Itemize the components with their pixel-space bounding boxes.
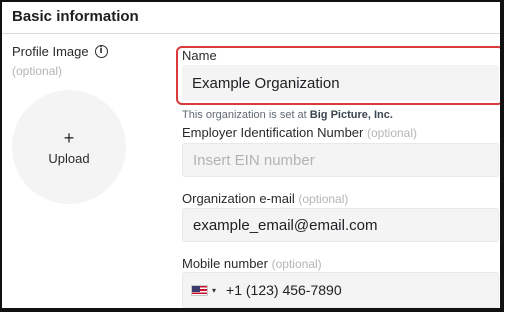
info-icon[interactable]: i xyxy=(94,45,108,58)
profile-image-label-text: Profile Image xyxy=(12,44,89,59)
profile-image-optional: (optional) xyxy=(12,64,63,78)
mobile-input[interactable]: ▾ +1 (123) 456-7890 xyxy=(182,272,499,308)
chevron-down-icon[interactable]: ▾ xyxy=(212,286,216,295)
ein-optional: (optional) xyxy=(366,126,418,140)
email-optional: (optional) xyxy=(298,192,349,206)
email-label: Organization e-mail (optional) xyxy=(182,191,349,206)
mobile-optional: (optional) xyxy=(271,257,322,271)
section-divider xyxy=(2,33,500,34)
name-input[interactable]: Example Organization xyxy=(182,65,499,101)
organization-note: This organization is set at Big Picture,… xyxy=(182,109,393,121)
section-title: Basic information xyxy=(12,8,139,25)
email-input[interactable]: example_email@email.com xyxy=(182,208,499,242)
mobile-value[interactable]: +1 (123) 456-7890 xyxy=(226,282,342,298)
upload-button[interactable]: + Upload xyxy=(12,90,126,204)
plus-icon: + xyxy=(63,127,75,148)
us-flag-icon[interactable] xyxy=(191,284,208,296)
organization-parent-name: Big Picture, Inc. xyxy=(309,109,393,121)
upload-label: Upload xyxy=(48,150,90,166)
mobile-label: Mobile number (optional) xyxy=(182,256,322,271)
ein-label: Employer Identification Number (optional… xyxy=(182,125,418,140)
profile-image-label: Profile Image i xyxy=(12,44,108,59)
name-label: Name xyxy=(182,48,217,63)
organization-form: Basic information Profile Image i (optio… xyxy=(0,0,504,312)
ein-input[interactable]: Insert EIN number xyxy=(182,143,499,177)
